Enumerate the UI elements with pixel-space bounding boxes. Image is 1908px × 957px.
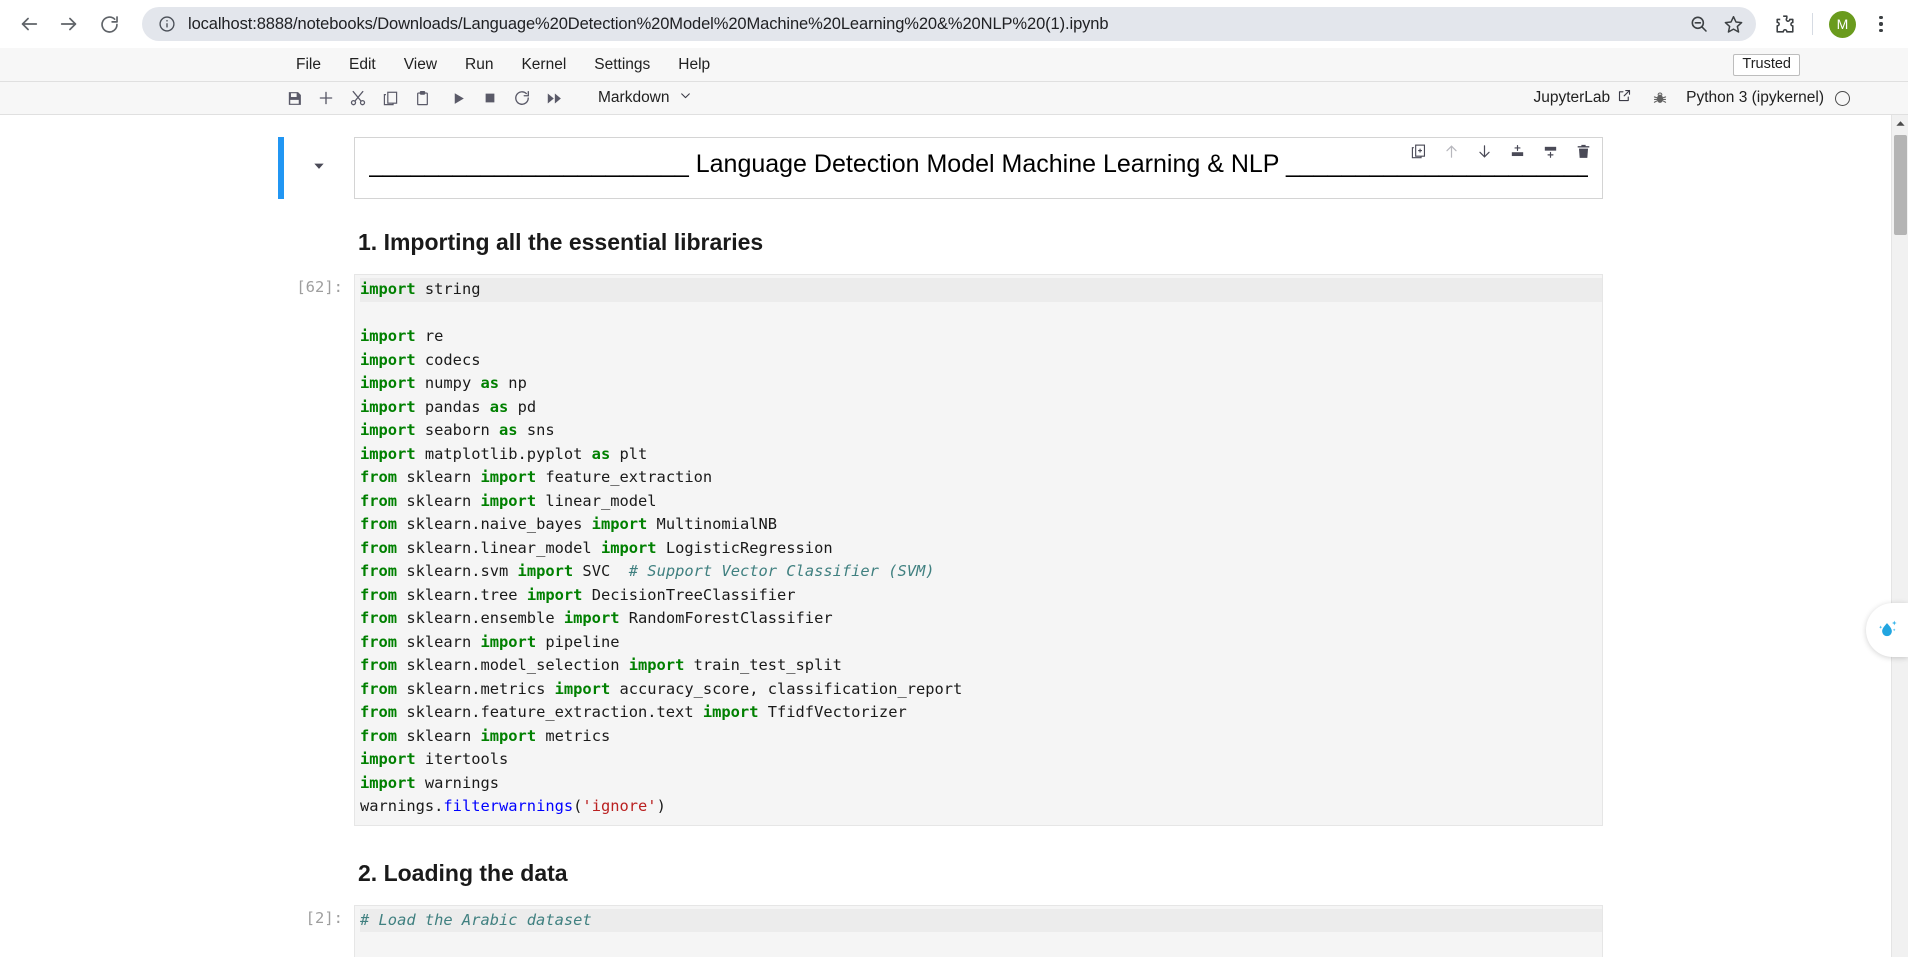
menu-view[interactable]: View bbox=[390, 53, 451, 77]
fast-forward-icon[interactable] bbox=[538, 85, 570, 111]
notebook-title: _______________________ Language Detecti… bbox=[369, 148, 1588, 181]
code-cell-1-body: import string import re import codecs im… bbox=[354, 274, 1603, 826]
markdown-heading-cell-2[interactable]: 2. Loading the data bbox=[278, 826, 1603, 905]
reload-icon[interactable] bbox=[90, 5, 128, 43]
plus-icon[interactable] bbox=[310, 85, 342, 111]
section-2-heading: 2. Loading the data bbox=[354, 826, 1603, 905]
external-link-icon bbox=[1617, 88, 1632, 108]
insert-above-icon[interactable] bbox=[1509, 143, 1526, 165]
trusted-badge[interactable]: Trusted bbox=[1733, 54, 1800, 76]
code-cell-2-body: # Load the Arabic dataset arabic_file = … bbox=[354, 905, 1603, 957]
markdown-rendered-box[interactable]: _______________________ Language Detecti… bbox=[354, 137, 1603, 199]
cell-toolbar bbox=[1410, 143, 1592, 165]
three-dot-menu-icon[interactable] bbox=[1864, 7, 1898, 41]
notebook-toolbar: Markdown JupyterLab Python 3 (ipykernel) bbox=[0, 82, 1908, 115]
jupyterlab-switch-button[interactable]: JupyterLab bbox=[1527, 86, 1638, 110]
markdown-title-body: _______________________ Language Detecti… bbox=[354, 137, 1603, 199]
code-source-1[interactable]: import string import re import codecs im… bbox=[355, 275, 1602, 825]
code-cell-2[interactable]: [2]: # Load the Arabic dataset arabic_fi… bbox=[278, 905, 1603, 957]
menu-kernel[interactable]: Kernel bbox=[507, 53, 580, 77]
prompt-empty-1 bbox=[284, 199, 354, 274]
kernel-idle-circle-icon bbox=[1835, 91, 1850, 106]
markdown-heading-cell-1[interactable]: 1. Importing all the essential libraries bbox=[278, 199, 1603, 274]
code-editor-1[interactable]: import string import re import codecs im… bbox=[354, 274, 1603, 826]
vertical-scrollbar[interactable] bbox=[1891, 115, 1908, 957]
kernel-name-label[interactable]: Python 3 (ipykernel) bbox=[1682, 89, 1824, 107]
arrow-up-icon[interactable] bbox=[1443, 143, 1460, 165]
water-drop-sparkle-icon[interactable] bbox=[1866, 603, 1908, 657]
browser-toolbar: localhost:8888/notebooks/Downloads/Langu… bbox=[0, 0, 1908, 48]
bug-icon[interactable] bbox=[1638, 90, 1682, 106]
forward-arrow-icon[interactable] bbox=[50, 5, 88, 43]
restart-circular-arrow-icon[interactable] bbox=[506, 85, 538, 111]
scrollbar-thumb[interactable] bbox=[1894, 135, 1907, 235]
notebook-panel: _______________________ Language Detecti… bbox=[0, 115, 1908, 957]
site-info-icon[interactable] bbox=[156, 13, 178, 35]
url-text: localhost:8888/notebooks/Downloads/Langu… bbox=[188, 15, 1682, 34]
execution-count-2: [2]: bbox=[284, 905, 354, 957]
jupyterlab-label: JupyterLab bbox=[1533, 89, 1610, 107]
star-icon[interactable] bbox=[1716, 9, 1750, 39]
execution-count-1: [62]: bbox=[284, 274, 354, 826]
insert-below-icon[interactable] bbox=[1542, 143, 1559, 165]
trash-icon[interactable] bbox=[1575, 143, 1592, 165]
arrow-down-icon[interactable] bbox=[1476, 143, 1493, 165]
puzzle-piece-icon[interactable] bbox=[1768, 7, 1802, 41]
browser-actions: M bbox=[1764, 7, 1898, 41]
prompt-empty-2 bbox=[284, 826, 354, 905]
menu-edit[interactable]: Edit bbox=[335, 53, 390, 77]
scroll-up-arrow-icon[interactable] bbox=[1892, 118, 1908, 129]
code-cell-1[interactable]: [62]: import string import re import cod… bbox=[278, 274, 1603, 826]
stop-square-icon[interactable] bbox=[474, 85, 506, 111]
duplicate-icon[interactable] bbox=[1410, 143, 1427, 165]
jupyter-menubar: File Edit View Run Kernel Settings Help … bbox=[0, 48, 1908, 82]
menu-help[interactable]: Help bbox=[664, 53, 724, 77]
play-icon[interactable] bbox=[442, 85, 474, 111]
code-source-2[interactable]: # Load the Arabic dataset arabic_file = … bbox=[355, 906, 1602, 957]
heading-2-body: 2. Loading the data bbox=[354, 826, 1603, 905]
menu-settings[interactable]: Settings bbox=[580, 53, 664, 77]
copy-icon[interactable] bbox=[374, 85, 406, 111]
toolbar-right-group: JupyterLab Python 3 (ipykernel) bbox=[1527, 86, 1850, 110]
code-editor-2[interactable]: # Load the Arabic dataset arabic_file = … bbox=[354, 905, 1603, 957]
avatar[interactable]: M bbox=[1829, 11, 1856, 38]
cell-type-label: Markdown bbox=[598, 89, 670, 107]
address-bar[interactable]: localhost:8888/notebooks/Downloads/Langu… bbox=[142, 7, 1756, 41]
cell-type-dropdown[interactable]: Markdown bbox=[594, 87, 696, 109]
menu-file[interactable]: File bbox=[282, 53, 335, 77]
heading-1-body: 1. Importing all the essential libraries bbox=[354, 199, 1603, 274]
markdown-title-cell[interactable]: _______________________ Language Detecti… bbox=[278, 137, 1603, 199]
section-1-heading: 1. Importing all the essential libraries bbox=[354, 199, 1603, 274]
zoom-out-icon[interactable] bbox=[1682, 9, 1716, 39]
notebook-cells-container: _______________________ Language Detecti… bbox=[278, 115, 1603, 957]
chevron-down-icon bbox=[679, 89, 692, 107]
back-arrow-icon[interactable] bbox=[10, 5, 48, 43]
scissors-icon[interactable] bbox=[342, 85, 374, 111]
toolbar-divider bbox=[1812, 13, 1813, 35]
save-icon[interactable] bbox=[278, 85, 310, 111]
collapse-cell-button[interactable] bbox=[284, 137, 354, 199]
menu-run[interactable]: Run bbox=[451, 53, 507, 77]
clipboard-icon[interactable] bbox=[406, 85, 438, 111]
